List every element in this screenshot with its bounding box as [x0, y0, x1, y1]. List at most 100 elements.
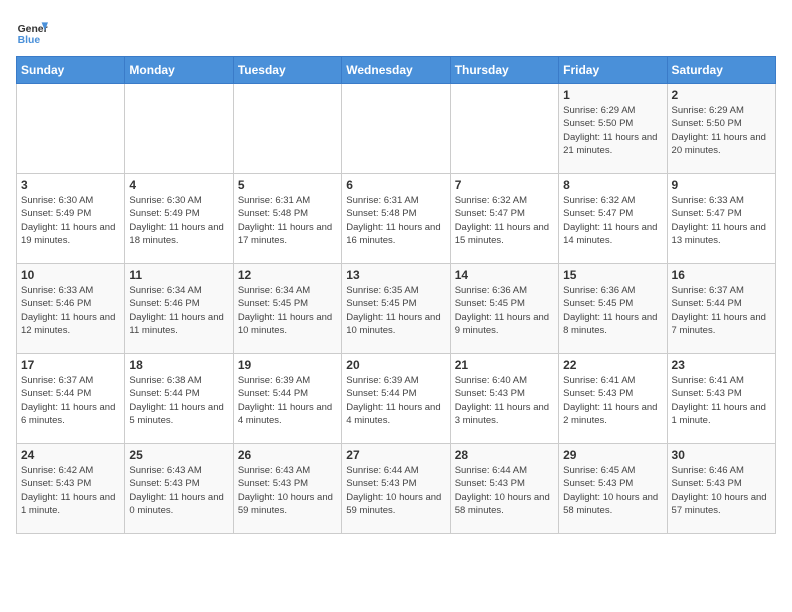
calendar-day-cell: 25Sunrise: 6:43 AM Sunset: 5:43 PM Dayli… — [125, 444, 233, 534]
calendar-day-cell: 26 Sunrise: 6:43 AM Sunset: 5:43 PM Dayli… — [233, 444, 341, 534]
calendar-day-cell — [342, 84, 450, 174]
calendar-day-cell: 23 Sunrise: 6:41 AM Sunset: 5:43 PM Dayli… — [667, 354, 775, 444]
day-info: Sunrise: 6:34 AM Sunset: 5:46 PM Dayligh… — [129, 284, 228, 337]
weekday-header-cell: Tuesday — [233, 57, 341, 84]
day-number: 11 — [129, 268, 228, 282]
calendar-week-row: 3 Sunrise: 6:30 AM Sunset: 5:49 PM Daylig… — [17, 174, 776, 264]
day-number: 29 — [563, 448, 662, 462]
day-info: Sunrise: 6:29 AM Sunset: 5:50 PM Dayligh… — [672, 104, 771, 157]
calendar-day-cell: 13 Sunrise: 6:35 AM Sunset: 5:45 PM Dayli… — [342, 264, 450, 354]
day-number: 30 — [672, 448, 771, 462]
day-info: Sunrise: 6:46 AM Sunset: 5:43 PM Dayligh… — [672, 464, 771, 517]
logo-icon: General Blue — [16, 16, 48, 48]
day-number: 22 — [563, 358, 662, 372]
logo: General Blue — [16, 16, 48, 48]
day-number: 10 — [21, 268, 120, 282]
calendar-day-cell: 8 Sunrise: 6:32 AM Sunset: 5:47 PM Daylig… — [559, 174, 667, 264]
day-info: Sunrise: 6:45 AM Sunset: 5:43 PM Dayligh… — [563, 464, 662, 517]
day-info: Sunrise: 6:43 AM Sunset: 5:43 PM Dayligh… — [238, 464, 337, 517]
day-number: 5 — [238, 178, 337, 192]
day-number: 17 — [21, 358, 120, 372]
calendar-day-cell: 22 Sunrise: 6:41 AM Sunset: 5:43 PM Dayli… — [559, 354, 667, 444]
calendar-day-cell: 28 Sunrise: 6:44 AM Sunset: 5:43 PM Dayli… — [450, 444, 558, 534]
day-info: Sunrise: 6:34 AM Sunset: 5:45 PM Dayligh… — [238, 284, 337, 337]
day-number: 19 — [238, 358, 337, 372]
day-info: Sunrise: 6:30 AM Sunset: 5:49 PM Dayligh… — [129, 194, 228, 247]
calendar-day-cell: 7 Sunrise: 6:32 AM Sunset: 5:47 PM Daylig… — [450, 174, 558, 264]
day-number: 23 — [672, 358, 771, 372]
calendar-table: SundayMondayTuesdayWednesdayThursdayFrid… — [16, 56, 776, 534]
day-info: Sunrise: 6:33 AM Sunset: 5:47 PM Dayligh… — [672, 194, 771, 247]
day-info: Sunrise: 6:29 AM Sunset: 5:50 PM Dayligh… — [563, 104, 662, 157]
day-info: Sunrise: 6:32 AM Sunset: 5:47 PM Dayligh… — [455, 194, 554, 247]
calendar-day-cell: 3 Sunrise: 6:30 AM Sunset: 5:49 PM Daylig… — [17, 174, 125, 264]
calendar-day-cell — [125, 84, 233, 174]
day-number: 9 — [672, 178, 771, 192]
calendar-day-cell: 19Sunrise: 6:39 AM Sunset: 5:44 PM Dayli… — [233, 354, 341, 444]
weekday-header-row: SundayMondayTuesdayWednesdayThursdayFrid… — [17, 57, 776, 84]
calendar-day-cell: 15Sunrise: 6:36 AM Sunset: 5:45 PM Dayli… — [559, 264, 667, 354]
calendar-day-cell: 14Sunrise: 6:36 AM Sunset: 5:45 PM Dayli… — [450, 264, 558, 354]
calendar-day-cell: 6 Sunrise: 6:31 AM Sunset: 5:48 PM Daylig… — [342, 174, 450, 264]
calendar-day-cell: 24Sunrise: 6:42 AM Sunset: 5:43 PM Dayli… — [17, 444, 125, 534]
calendar-week-row: 10 Sunrise: 6:33 AM Sunset: 5:46 PM Dayli… — [17, 264, 776, 354]
day-info: Sunrise: 6:38 AM Sunset: 5:44 PM Dayligh… — [129, 374, 228, 427]
calendar-week-row: 17 Sunrise: 6:37 AM Sunset: 5:44 PM Dayli… — [17, 354, 776, 444]
day-info: Sunrise: 6:35 AM Sunset: 5:45 PM Dayligh… — [346, 284, 445, 337]
weekday-header-cell: Wednesday — [342, 57, 450, 84]
calendar-body: 1Sunrise: 6:29 AM Sunset: 5:50 PM Daylig… — [17, 84, 776, 534]
weekday-header-cell: Thursday — [450, 57, 558, 84]
calendar-day-cell — [233, 84, 341, 174]
day-info: Sunrise: 6:41 AM Sunset: 5:43 PM Dayligh… — [563, 374, 662, 427]
calendar-day-cell: 30 Sunrise: 6:46 AM Sunset: 5:43 PM Dayli… — [667, 444, 775, 534]
calendar-week-row: 1Sunrise: 6:29 AM Sunset: 5:50 PM Daylig… — [17, 84, 776, 174]
calendar-day-cell: 11 Sunrise: 6:34 AM Sunset: 5:46 PM Dayli… — [125, 264, 233, 354]
day-number: 13 — [346, 268, 445, 282]
day-info: Sunrise: 6:40 AM Sunset: 5:43 PM Dayligh… — [455, 374, 554, 427]
calendar-day-cell: 2 Sunrise: 6:29 AM Sunset: 5:50 PM Daylig… — [667, 84, 775, 174]
day-number: 26 — [238, 448, 337, 462]
day-number: 21 — [455, 358, 554, 372]
day-info: Sunrise: 6:33 AM Sunset: 5:46 PM Dayligh… — [21, 284, 120, 337]
calendar-day-cell: 16 Sunrise: 6:37 AM Sunset: 5:44 PM Dayli… — [667, 264, 775, 354]
day-info: Sunrise: 6:37 AM Sunset: 5:44 PM Dayligh… — [672, 284, 771, 337]
calendar-day-cell: 10 Sunrise: 6:33 AM Sunset: 5:46 PM Dayli… — [17, 264, 125, 354]
svg-text:Blue: Blue — [18, 35, 41, 46]
day-info: Sunrise: 6:42 AM Sunset: 5:43 PM Dayligh… — [21, 464, 120, 517]
day-info: Sunrise: 6:39 AM Sunset: 5:44 PM Dayligh… — [346, 374, 445, 427]
page-header: General Blue — [16, 16, 776, 48]
calendar-day-cell: 18 Sunrise: 6:38 AM Sunset: 5:44 PM Dayli… — [125, 354, 233, 444]
day-info: Sunrise: 6:36 AM Sunset: 5:45 PM Dayligh… — [563, 284, 662, 337]
day-number: 14 — [455, 268, 554, 282]
day-number: 4 — [129, 178, 228, 192]
day-info: Sunrise: 6:31 AM Sunset: 5:48 PM Dayligh… — [238, 194, 337, 247]
calendar-day-cell: 29 Sunrise: 6:45 AM Sunset: 5:43 PM Dayli… — [559, 444, 667, 534]
calendar-day-cell — [450, 84, 558, 174]
day-number: 7 — [455, 178, 554, 192]
day-number: 3 — [21, 178, 120, 192]
calendar-day-cell: 27 Sunrise: 6:44 AM Sunset: 5:43 PM Dayli… — [342, 444, 450, 534]
day-number: 25 — [129, 448, 228, 462]
day-number: 8 — [563, 178, 662, 192]
day-info: Sunrise: 6:30 AM Sunset: 5:49 PM Dayligh… — [21, 194, 120, 247]
calendar-day-cell: 12Sunrise: 6:34 AM Sunset: 5:45 PM Dayli… — [233, 264, 341, 354]
calendar-day-cell: 1Sunrise: 6:29 AM Sunset: 5:50 PM Daylig… — [559, 84, 667, 174]
weekday-header-cell: Monday — [125, 57, 233, 84]
day-number: 27 — [346, 448, 445, 462]
day-number: 28 — [455, 448, 554, 462]
day-info: Sunrise: 6:44 AM Sunset: 5:43 PM Dayligh… — [346, 464, 445, 517]
day-info: Sunrise: 6:37 AM Sunset: 5:44 PM Dayligh… — [21, 374, 120, 427]
calendar-day-cell: 17 Sunrise: 6:37 AM Sunset: 5:44 PM Dayli… — [17, 354, 125, 444]
day-number: 18 — [129, 358, 228, 372]
day-number: 6 — [346, 178, 445, 192]
day-info: Sunrise: 6:41 AM Sunset: 5:43 PM Dayligh… — [672, 374, 771, 427]
day-info: Sunrise: 6:44 AM Sunset: 5:43 PM Dayligh… — [455, 464, 554, 517]
calendar-week-row: 24Sunrise: 6:42 AM Sunset: 5:43 PM Dayli… — [17, 444, 776, 534]
day-number: 2 — [672, 88, 771, 102]
calendar-day-cell: 4 Sunrise: 6:30 AM Sunset: 5:49 PM Daylig… — [125, 174, 233, 264]
day-number: 16 — [672, 268, 771, 282]
day-info: Sunrise: 6:32 AM Sunset: 5:47 PM Dayligh… — [563, 194, 662, 247]
day-info: Sunrise: 6:31 AM Sunset: 5:48 PM Dayligh… — [346, 194, 445, 247]
calendar-day-cell: 20Sunrise: 6:39 AM Sunset: 5:44 PM Dayli… — [342, 354, 450, 444]
calendar-day-cell: 9 Sunrise: 6:33 AM Sunset: 5:47 PM Daylig… — [667, 174, 775, 264]
